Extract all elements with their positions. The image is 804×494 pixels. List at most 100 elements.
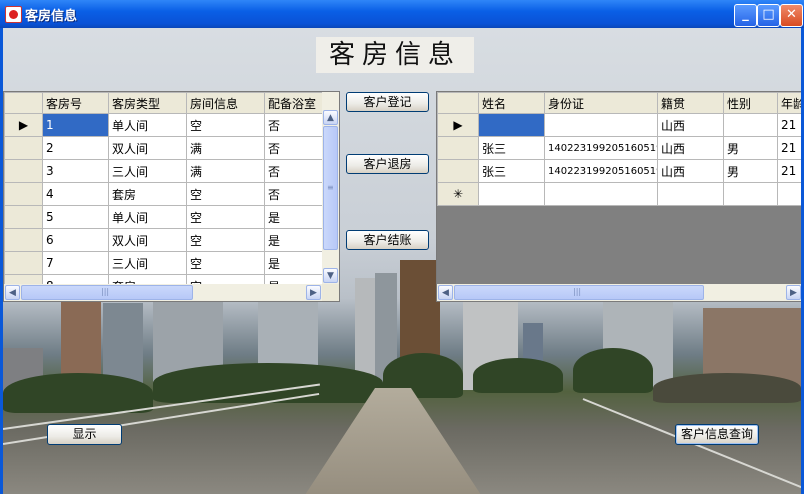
table-cell[interactable]: 21 bbox=[777, 159, 801, 183]
table-cell[interactable] bbox=[723, 113, 778, 137]
table-cell[interactable]: 3 bbox=[42, 159, 109, 183]
table-cell[interactable]: 山西 bbox=[657, 159, 724, 183]
table-cell[interactable]: 张三 bbox=[478, 136, 545, 160]
table-cell[interactable]: 6 bbox=[42, 228, 109, 252]
table-cell[interactable] bbox=[544, 113, 658, 137]
table-cell[interactable]: 双人间 bbox=[108, 136, 187, 160]
table-cell[interactable]: 空 bbox=[186, 251, 265, 275]
table-cell[interactable]: 单人间 bbox=[108, 205, 187, 229]
row-header[interactable] bbox=[4, 205, 43, 229]
table-cell[interactable]: 21 bbox=[777, 113, 801, 137]
register-guest-button[interactable]: 客户登记 bbox=[346, 92, 429, 112]
maximize-button[interactable]: □ bbox=[757, 4, 780, 27]
table-cell[interactable] bbox=[723, 182, 778, 206]
table-row[interactable]: 张三 140223199205160519 山西 男 21 bbox=[437, 159, 801, 183]
current-row-indicator[interactable]: ▶ bbox=[437, 113, 479, 137]
row-header[interactable] bbox=[4, 228, 43, 252]
table-cell[interactable]: 空 bbox=[186, 228, 265, 252]
guests-col-header[interactable]: 性别 bbox=[723, 92, 778, 114]
row-header[interactable] bbox=[4, 251, 43, 275]
row-header[interactable] bbox=[4, 136, 43, 160]
table-cell[interactable]: 否 bbox=[264, 113, 325, 137]
scroll-up-button[interactable]: ▲ bbox=[323, 110, 338, 125]
rooms-col-header[interactable]: 配备浴室 bbox=[264, 92, 325, 114]
table-cell[interactable]: 4 bbox=[42, 182, 109, 206]
table-cell[interactable]: 双人间 bbox=[108, 228, 187, 252]
row-header[interactable] bbox=[437, 136, 479, 160]
settle-account-button[interactable]: 客户结账 bbox=[346, 230, 429, 250]
table-cell[interactable]: 是 bbox=[264, 228, 325, 252]
table-cell[interactable]: 山西 bbox=[657, 113, 724, 137]
guests-horizontal-scrollbar[interactable]: ◀ ||| ▶ bbox=[437, 284, 801, 301]
title-bar[interactable]: 客房信息 _ □ ✕ bbox=[0, 0, 804, 28]
new-row-indicator[interactable]: ✳ bbox=[437, 182, 479, 206]
rooms-col-header[interactable]: 客房号 bbox=[42, 92, 109, 114]
close-button[interactable]: ✕ bbox=[780, 4, 803, 27]
rooms-vertical-scrollbar[interactable]: ▲ ≡ ▼ bbox=[322, 92, 339, 284]
table-cell[interactable] bbox=[544, 182, 658, 206]
table-cell[interactable]: 7 bbox=[42, 251, 109, 275]
table-cell[interactable]: 否 bbox=[264, 136, 325, 160]
table-cell[interactable]: 张三 bbox=[478, 159, 545, 183]
row-header[interactable] bbox=[4, 182, 43, 206]
rooms-table: 客房号 客房类型 房间信息 配备浴室 ▶ 1 单人间 空 否 2 双人间 满 否… bbox=[4, 92, 325, 298]
row-header[interactable] bbox=[4, 159, 43, 183]
guests-col-header[interactable]: 姓名 bbox=[478, 92, 545, 114]
new-row[interactable]: ✳ bbox=[437, 182, 801, 206]
table-cell[interactable]: 140223199205160519 bbox=[544, 159, 658, 183]
table-cell[interactable] bbox=[478, 113, 545, 137]
table-row[interactable]: 4 套房 空 否 bbox=[4, 182, 325, 206]
table-cell[interactable]: 满 bbox=[186, 159, 265, 183]
table-cell[interactable]: 三人间 bbox=[108, 251, 187, 275]
guests-col-header[interactable]: 年龄 bbox=[777, 92, 801, 114]
guests-grid[interactable]: 姓名 身份证 籍贯 性别 年龄 ▶ 山西 21 bbox=[436, 91, 801, 302]
table-cell[interactable] bbox=[657, 182, 724, 206]
checkout-guest-button[interactable]: 客户退房 bbox=[346, 154, 429, 174]
table-cell[interactable]: 1 bbox=[42, 113, 109, 137]
table-cell[interactable]: 是 bbox=[264, 251, 325, 275]
table-cell[interactable]: 空 bbox=[186, 113, 265, 137]
table-cell[interactable]: 21 bbox=[777, 136, 801, 160]
table-row[interactable]: 张三 140223199205160519 山西 男 21 bbox=[437, 136, 801, 160]
table-cell[interactable]: 套房 bbox=[108, 182, 187, 206]
table-cell[interactable]: 140223199205160519 bbox=[544, 136, 658, 160]
scroll-left-button[interactable]: ◀ bbox=[5, 285, 20, 300]
table-row[interactable]: 3 三人间 满 否 bbox=[4, 159, 325, 183]
table-cell[interactable]: 否 bbox=[264, 159, 325, 183]
table-cell[interactable]: 男 bbox=[723, 136, 778, 160]
table-row[interactable]: 6 双人间 空 是 bbox=[4, 228, 325, 252]
table-cell[interactable]: 空 bbox=[186, 205, 265, 229]
row-header[interactable] bbox=[437, 159, 479, 183]
table-cell[interactable]: 空 bbox=[186, 182, 265, 206]
current-row-indicator[interactable]: ▶ bbox=[4, 113, 43, 137]
table-row[interactable]: 7 三人间 空 是 bbox=[4, 251, 325, 275]
table-cell[interactable]: 5 bbox=[42, 205, 109, 229]
table-cell[interactable]: 男 bbox=[723, 159, 778, 183]
table-cell[interactable] bbox=[478, 182, 545, 206]
rooms-col-header[interactable]: 房间信息 bbox=[186, 92, 265, 114]
table-cell[interactable]: 2 bbox=[42, 136, 109, 160]
scroll-right-button[interactable]: ▶ bbox=[306, 285, 321, 300]
scroll-down-button[interactable]: ▼ bbox=[323, 268, 338, 283]
rooms-grid[interactable]: 客房号 客房类型 房间信息 配备浴室 ▶ 1 单人间 空 否 2 双人间 满 否… bbox=[3, 91, 340, 302]
table-cell[interactable]: 满 bbox=[186, 136, 265, 160]
rooms-horizontal-scrollbar[interactable]: ◀ ||| ▶ bbox=[4, 284, 339, 301]
show-button[interactable]: 显示 bbox=[47, 424, 122, 445]
table-cell[interactable]: 否 bbox=[264, 182, 325, 206]
minimize-button[interactable]: _ bbox=[734, 4, 757, 27]
table-row[interactable]: 2 双人间 满 否 bbox=[4, 136, 325, 160]
guest-info-query-button[interactable]: 客户信息查询 bbox=[675, 424, 759, 445]
table-cell[interactable]: 是 bbox=[264, 205, 325, 229]
table-cell[interactable] bbox=[777, 182, 801, 206]
table-cell[interactable]: 三人间 bbox=[108, 159, 187, 183]
scroll-left-button[interactable]: ◀ bbox=[438, 285, 453, 300]
table-cell[interactable]: 单人间 bbox=[108, 113, 187, 137]
rooms-col-header[interactable]: 客房类型 bbox=[108, 92, 187, 114]
table-row[interactable]: ▶ 山西 21 bbox=[437, 113, 801, 137]
scroll-right-button[interactable]: ▶ bbox=[786, 285, 801, 300]
table-cell[interactable]: 山西 bbox=[657, 136, 724, 160]
table-row[interactable]: 5 单人间 空 是 bbox=[4, 205, 325, 229]
guests-col-header[interactable]: 身份证 bbox=[544, 92, 658, 114]
table-row[interactable]: ▶ 1 单人间 空 否 bbox=[4, 113, 325, 137]
guests-col-header[interactable]: 籍贯 bbox=[657, 92, 724, 114]
